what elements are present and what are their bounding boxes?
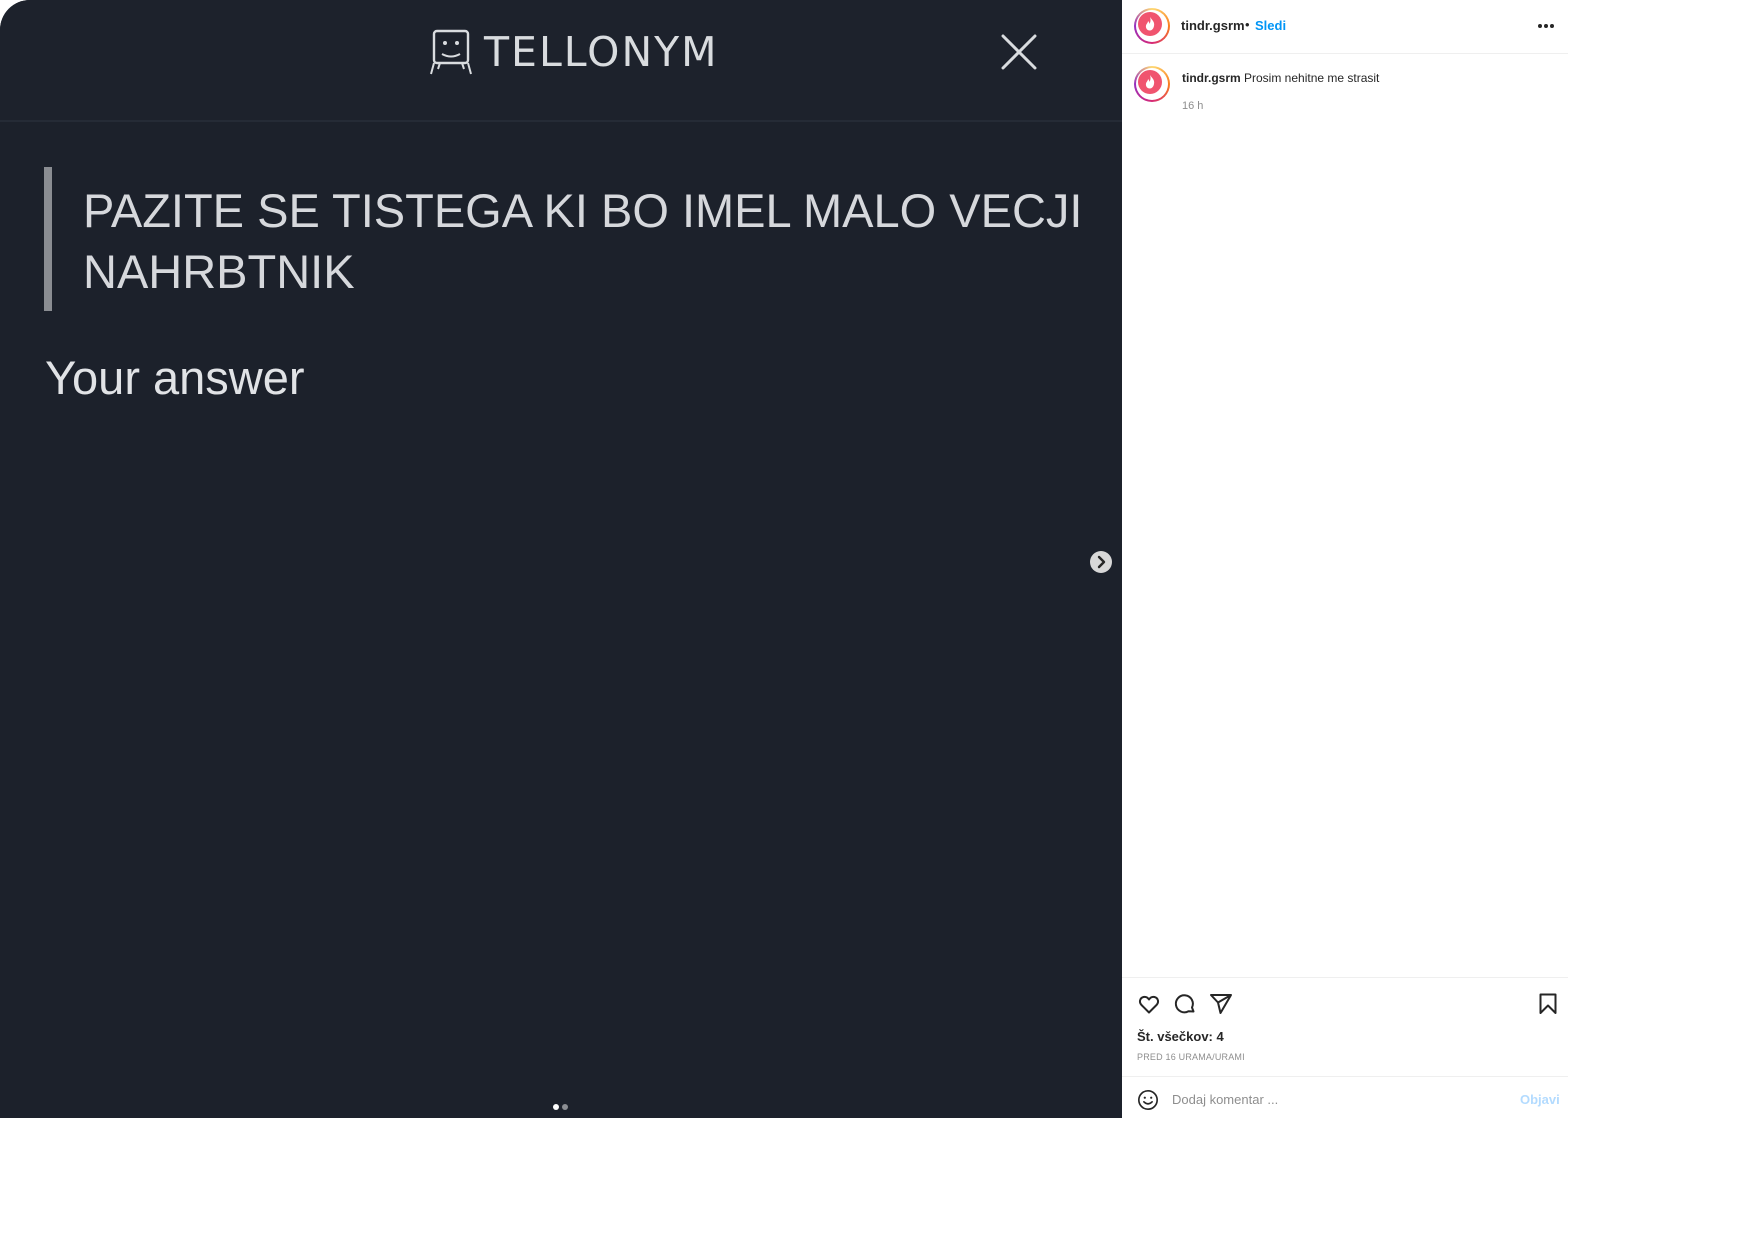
- heart-icon[interactable]: [1137, 992, 1161, 1016]
- more-horizontal-icon[interactable]: [1538, 24, 1556, 30]
- bookmark-icon[interactable]: [1536, 992, 1560, 1016]
- caption-text: Prosim nehitne me strasit: [1244, 71, 1380, 85]
- header-username[interactable]: tindr.gsrm: [1181, 18, 1245, 33]
- paper-plane-icon[interactable]: [1209, 992, 1233, 1016]
- post-comment-button[interactable]: Objavi: [1520, 1092, 1560, 1107]
- carousel-dot: [562, 1104, 568, 1110]
- chevron-right-icon: [1097, 555, 1106, 569]
- header-separator: •: [1245, 17, 1250, 32]
- carousel-dot-active: [553, 1104, 559, 1110]
- answer-label: Your answer: [45, 351, 305, 404]
- caption-username[interactable]: tindr.gsrm: [1182, 71, 1241, 85]
- tellonym-header: TELLONYM: [0, 0, 1122, 122]
- tinder-flame-icon: [1145, 75, 1155, 89]
- post-sidebar: tindr.gsrm • Sledi tindr.gsrm Prosim neh…: [1122, 0, 1568, 1118]
- tellonym-logo-icon: [430, 29, 472, 75]
- post-actions: Št. všečkov: 4 PRED 16 URAMA/URAMI Objav…: [1122, 977, 1568, 1119]
- post-media: TELLONYM PAZITE SE TISTEGA KI BO IMEL MA…: [0, 0, 1122, 1118]
- follow-button[interactable]: Sledi: [1255, 18, 1286, 33]
- caption-timestamp[interactable]: 16 h: [1182, 100, 1203, 112]
- posted-time: PRED 16 URAMA/URAMI: [1137, 1052, 1245, 1062]
- likes-count[interactable]: Št. všečkov: 4: [1137, 1029, 1224, 1044]
- emoji-smile-icon[interactable]: [1137, 1089, 1159, 1111]
- avatar[interactable]: [1134, 8, 1170, 44]
- comment-bar: Objavi: [1122, 1076, 1568, 1120]
- tell-question: PAZITE SE TISTEGA KI BO IMEL MALO VECJI …: [83, 184, 1083, 298]
- caption-avatar[interactable]: [1134, 66, 1170, 102]
- close-icon[interactable]: [1000, 33, 1038, 71]
- quote-bar: [44, 167, 52, 311]
- post-header: tindr.gsrm • Sledi: [1122, 0, 1568, 54]
- carousel-next-button[interactable]: [1090, 551, 1112, 573]
- tinder-flame-icon: [1145, 17, 1155, 31]
- comment-bubble-icon[interactable]: [1173, 992, 1197, 1016]
- comment-input[interactable]: [1172, 1089, 1502, 1109]
- tellonym-brand: TELLONYM: [484, 28, 719, 76]
